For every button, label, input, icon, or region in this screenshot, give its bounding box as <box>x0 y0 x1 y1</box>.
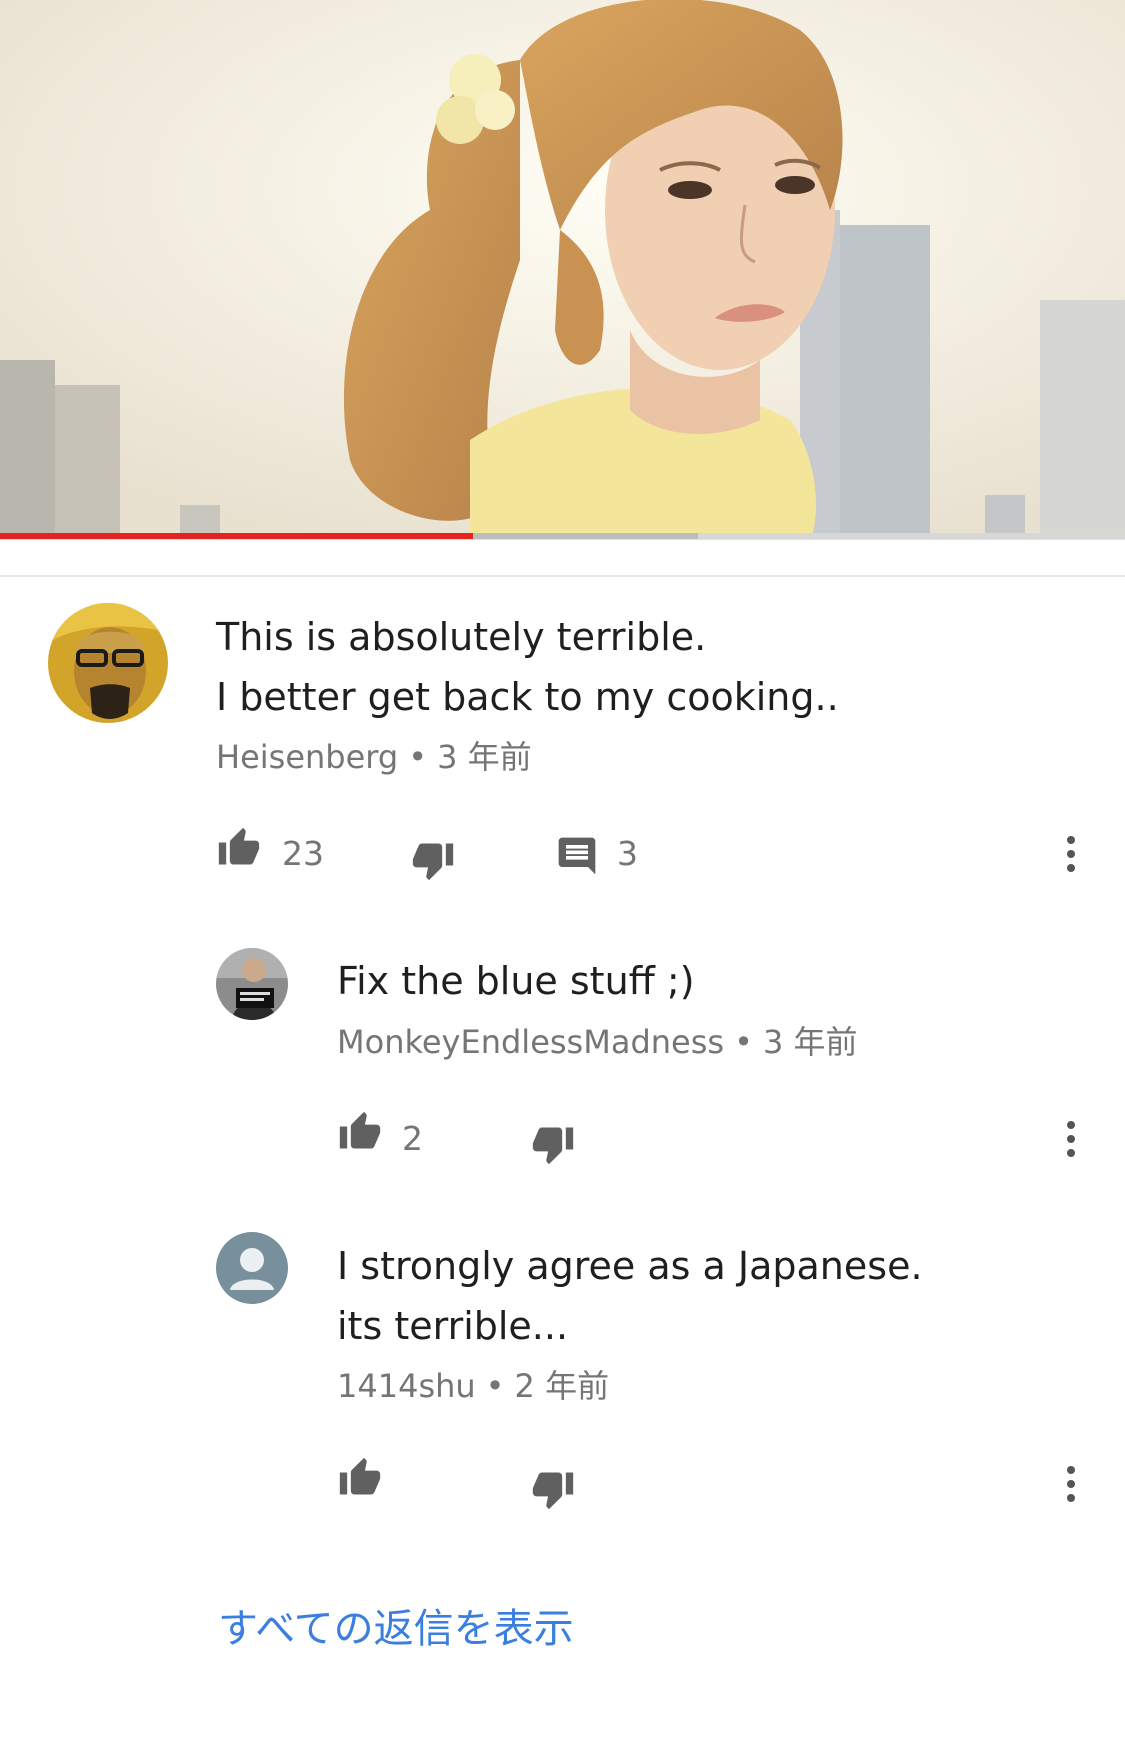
heisenberg-avatar[interactable] <box>48 603 168 723</box>
comment-author[interactable]: Heisenberg <box>216 738 398 776</box>
more-vert-icon <box>1067 836 1075 872</box>
more-vert-icon <box>1067 1466 1075 1502</box>
reply-2-dislike-button[interactable] <box>530 1467 576 1511</box>
meta-separator: • <box>485 1367 505 1405</box>
reply-1-meta: MonkeyEndlessMadness • 3 年前 <box>337 1022 857 1062</box>
reply-count: 3 <box>617 834 638 873</box>
reply-2-time: 2 年前 <box>514 1367 610 1405</box>
comment-line-1: This is absolutely terrible. <box>216 615 707 659</box>
video-progress-fill <box>0 533 473 539</box>
reply-2-menu-button[interactable] <box>1054 1462 1088 1506</box>
reply-1-dislike-button[interactable] <box>530 1122 576 1166</box>
thumbs-up-icon <box>218 827 260 865</box>
like-button[interactable] <box>216 826 262 870</box>
thumbs-up-icon <box>339 1111 381 1149</box>
reply-2-author[interactable]: 1414shu <box>337 1367 476 1405</box>
reply-1-like-count: 2 <box>402 1119 423 1158</box>
comment-time: 3 年前 <box>437 738 532 776</box>
thumbs-down-icon <box>532 1127 574 1165</box>
mugshot-avatar[interactable] <box>216 948 288 1020</box>
reply-2-like-button[interactable] <box>337 1456 383 1500</box>
comment-icon <box>558 837 596 875</box>
default-user-avatar[interactable] <box>216 1232 288 1304</box>
reply-1-menu-button[interactable] <box>1054 1117 1088 1161</box>
reply-2-line-2: its terrible... <box>337 1304 569 1348</box>
reply-1-line-1: Fix the blue stuff ;) <box>337 959 695 1003</box>
section-divider <box>0 575 1125 577</box>
show-all-replies-link[interactable]: すべての返信を表示 <box>218 1603 574 1655</box>
video-progress-bar[interactable] <box>0 533 1125 539</box>
reply-2-line-1: I strongly agree as a Japanese. <box>337 1244 923 1288</box>
reply-2-meta: 1414shu • 2 年前 <box>337 1366 609 1406</box>
reply-button[interactable] <box>555 834 599 878</box>
video-player[interactable] <box>0 0 1125 540</box>
reply-1-author[interactable]: MonkeyEndlessMadness <box>337 1023 724 1061</box>
meta-separator: • <box>734 1023 753 1061</box>
video-frame <box>0 0 1125 540</box>
like-count: 23 <box>282 834 324 873</box>
thumbs-down-icon <box>412 843 454 881</box>
comment-menu-button[interactable] <box>1054 832 1088 876</box>
meta-separator: • <box>408 738 428 776</box>
comment-line-2: I better get back to my cooking.. <box>216 675 839 719</box>
comment-meta: Heisenberg • 3 年前 <box>216 737 532 777</box>
thumbs-down-icon <box>532 1472 574 1510</box>
more-vert-icon <box>1067 1121 1075 1157</box>
thumbs-up-icon <box>339 1457 381 1495</box>
reply-1-like-button[interactable] <box>337 1110 383 1154</box>
dislike-button[interactable] <box>410 838 456 882</box>
reply-1-time: 3 年前 <box>762 1023 858 1061</box>
